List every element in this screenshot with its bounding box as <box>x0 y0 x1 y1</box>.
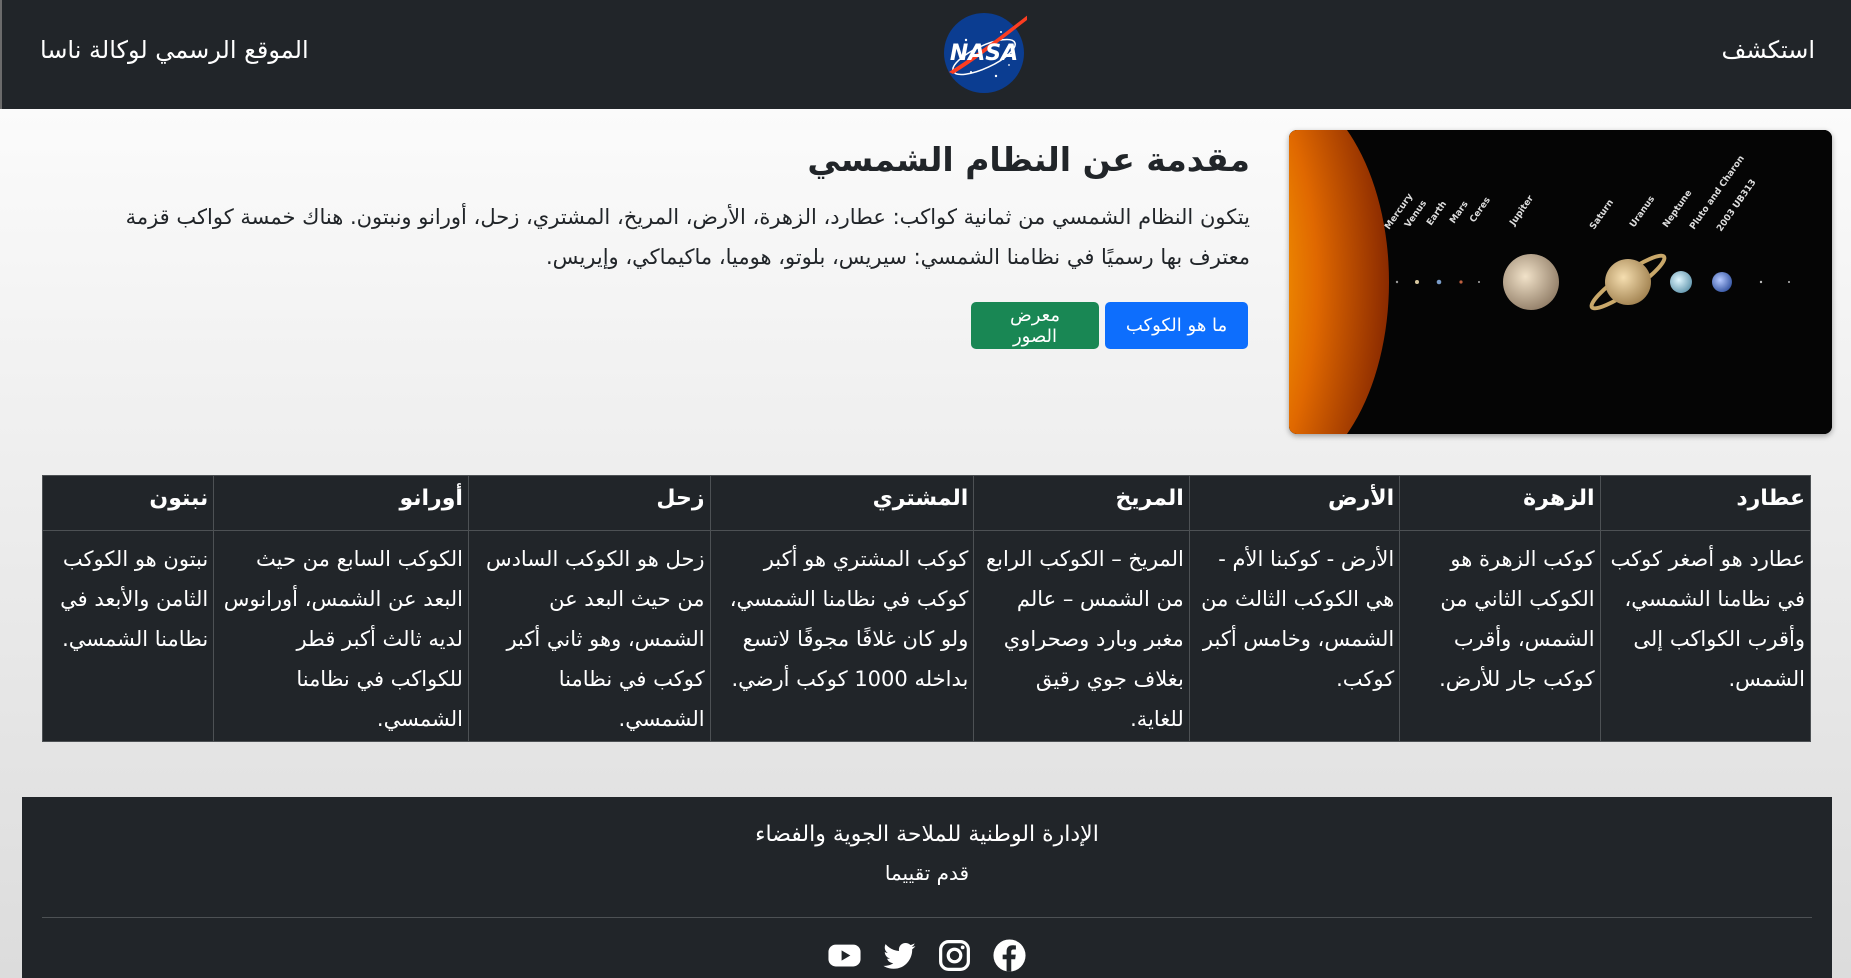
table-cell: نبتون هو الكوكب الثامن والأبعد في نظامنا… <box>41 530 215 742</box>
nav-explore-link[interactable]: استكشف <box>1721 36 1815 64</box>
facebook-icon[interactable] <box>992 938 1027 973</box>
navbar: استكشف NASA الموقع الرسمي لوكالة ناسا <box>0 0 1851 109</box>
nasa-logo[interactable]: NASA <box>941 10 1029 96</box>
page-title: مقدمة عن النظام الشمسي <box>807 140 1250 179</box>
hero-section: مقدمة عن النظام الشمسي يتكون النظام الشم… <box>90 140 1250 277</box>
table-row: عطارد هو أصغر كوكب في نظامنا الشمسي، وأق… <box>41 530 1812 742</box>
solar-system-image: Mercury Venus Earth Mars Ceres Jupiter Saturn U… <box>1289 130 1832 434</box>
nasa-logo-text: NASA <box>950 41 1018 66</box>
hero-description: يتكون النظام الشمسي من ثمانية كواكب: عطا… <box>125 205 1250 269</box>
image-gallery-button[interactable]: معرض الصور <box>971 302 1099 349</box>
instagram-icon[interactable] <box>937 938 972 973</box>
table-cell: عطارد هو أصغر كوكب في نظامنا الشمسي، وأق… <box>1599 530 1812 742</box>
table-header: الأرض <box>1188 475 1401 531</box>
table-cell: الكوكب السابع من حيث البعد عن الشمس، أور… <box>213 530 469 742</box>
table-header: زحل <box>467 475 711 531</box>
hero-buttons: ما هو الكوكب معرض الصور <box>971 302 1248 349</box>
social-links <box>22 938 1832 973</box>
table-header: عطارد <box>1599 475 1812 531</box>
table-cell: الأرض - كوكبنا الأم - هي الكوكب الثالث م… <box>1188 530 1401 742</box>
twitter-icon[interactable] <box>882 938 917 973</box>
table-header: نبتون <box>41 475 215 531</box>
table-cell: كوكب الزهرة هو الكوكب الثاني من الشمس، و… <box>1399 530 1601 742</box>
table-cell: المريخ – الكوكب الرابع من الشمس – عالم م… <box>973 530 1190 742</box>
footer-title: الإدارة الوطنية للملاحة الجوية والفضاء <box>755 822 1099 847</box>
what-is-planet-button[interactable]: ما هو الكوكب <box>1105 302 1248 349</box>
footer: الإدارة الوطنية للملاحة الجوية والفضاء ق… <box>22 797 1832 978</box>
table-header: الزهرة <box>1399 475 1601 531</box>
site-title: الموقع الرسمي لوكالة ناسا <box>40 36 309 64</box>
table-header-row: عطارد الزهرة الأرض المريخ المشتري زحل أو… <box>41 475 1812 531</box>
table-header: المريخ <box>973 475 1190 531</box>
table-cell: كوكب المشتري هو أكبر كوكب في نظامنا الشم… <box>709 530 975 742</box>
table-cell: زحل هو الكوكب السادس من حيث البعد عن الش… <box>467 530 711 742</box>
planets-table: عطارد الزهرة الأرض المريخ المشتري زحل أو… <box>41 475 1812 742</box>
youtube-icon[interactable] <box>827 938 862 973</box>
table-header: المشتري <box>709 475 975 531</box>
feedback-link[interactable]: قدم تقييما <box>22 861 1832 885</box>
table-header: أورانو <box>213 475 469 531</box>
footer-divider <box>42 917 1812 918</box>
